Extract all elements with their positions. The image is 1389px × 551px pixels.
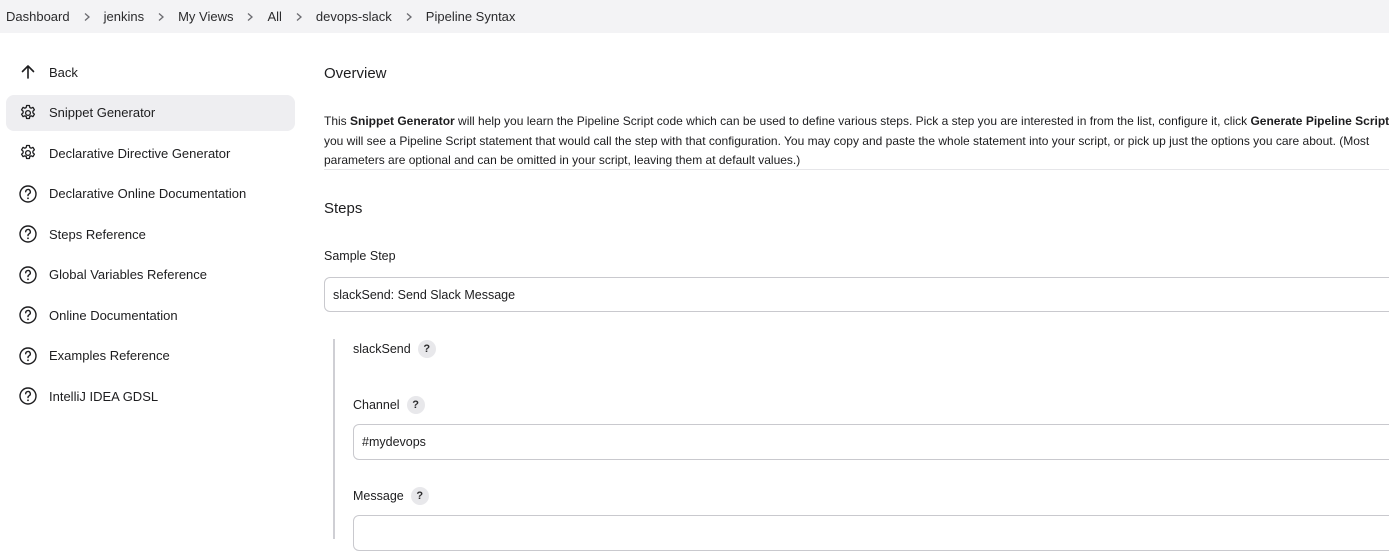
sidebar-item-label: Online Documentation — [49, 307, 178, 323]
help-circle-icon — [18, 265, 38, 285]
sidebar-item-label: Global Variables Reference — [49, 267, 208, 282]
sidebar: Back Snippet Generator Declarative Direc… — [6, 54, 295, 419]
sample-step-selected-value: slackSend: Send Slack Message — [333, 287, 516, 302]
chevron-right-icon — [241, 10, 259, 24]
sidebar-item-declarative-online-documentation[interactable]: Declarative Online Documentation — [6, 176, 295, 212]
channel-label: Channel ? — [353, 396, 425, 414]
chevron-right-icon — [152, 10, 170, 24]
arrow-up-icon — [18, 62, 38, 82]
sample-step-select[interactable]: slackSend: Send Slack Message — [324, 277, 1389, 312]
overview-description: This Snippet Generator will help you lea… — [324, 114, 1389, 167]
sidebar-item-label: Back — [49, 64, 78, 80]
main-content: Overview This Snippet Generator will hel… — [324, 0, 1389, 551]
nested-section-bar — [333, 339, 335, 539]
gear-icon — [18, 103, 38, 123]
help-circle-icon — [18, 305, 38, 325]
breadcrumb-dashboard[interactable]: Dashboard — [6, 9, 70, 24]
sidebar-item-snippet-generator[interactable]: Snippet Generator — [6, 94, 295, 131]
sidebar-item-label: Declarative Directive Generator — [49, 145, 231, 161]
help-circle-icon — [18, 346, 38, 366]
help-circle-icon — [18, 184, 38, 204]
overview-heading: Overview — [324, 65, 387, 82]
sidebar-item-label: Declarative Online Documentation — [49, 186, 247, 201]
help-icon[interactable]: ? — [410, 487, 429, 505]
breadcrumb-jenkins[interactable]: jenkins — [104, 9, 144, 24]
sidebar-item-label: IntelliJ IDEA GDSL — [49, 388, 159, 404]
sidebar-item-declarative-directive-generator[interactable]: Declarative Directive Generator — [6, 135, 295, 171]
message-input[interactable] — [353, 515, 1389, 551]
sidebar-item-label: Examples Reference — [49, 348, 170, 363]
help-icon[interactable]: ? — [417, 340, 436, 358]
gear-icon — [18, 143, 38, 163]
chevron-right-icon — [290, 10, 308, 24]
breadcrumb-all[interactable]: All — [267, 9, 281, 24]
sidebar-item-intellij-idea-gdsl[interactable]: IntelliJ IDEA GDSL — [6, 378, 295, 414]
help-icon[interactable]: ? — [406, 396, 425, 414]
channel-input-value: #mydevops — [362, 435, 426, 449]
step-name: slackSend — [353, 342, 411, 356]
slacksend-label: slackSend ? — [353, 340, 436, 358]
sidebar-item-label: Snippet Generator — [49, 105, 156, 120]
message-label-text: Message — [353, 489, 404, 503]
sidebar-item-global-variables-reference[interactable]: Global Variables Reference — [6, 257, 295, 293]
sample-step-label: Sample Step — [324, 249, 396, 263]
message-label: Message ? — [353, 487, 429, 505]
sidebar-item-online-documentation[interactable]: Online Documentation — [6, 297, 295, 333]
sidebar-item-examples-reference[interactable]: Examples Reference — [6, 338, 295, 374]
channel-label-text: Channel — [353, 398, 400, 412]
sidebar-item-label: Steps Reference — [49, 226, 146, 242]
breadcrumb-my-views[interactable]: My Views — [178, 9, 233, 24]
help-circle-icon — [18, 386, 38, 406]
sidebar-item-steps-reference[interactable]: Steps Reference — [6, 216, 295, 252]
chevron-right-icon — [78, 10, 96, 24]
steps-heading: Steps — [324, 200, 363, 217]
section-divider — [324, 169, 1389, 170]
help-circle-icon — [18, 224, 38, 244]
sidebar-item-back[interactable]: Back — [6, 54, 295, 90]
channel-input[interactable]: #mydevops — [353, 424, 1389, 460]
